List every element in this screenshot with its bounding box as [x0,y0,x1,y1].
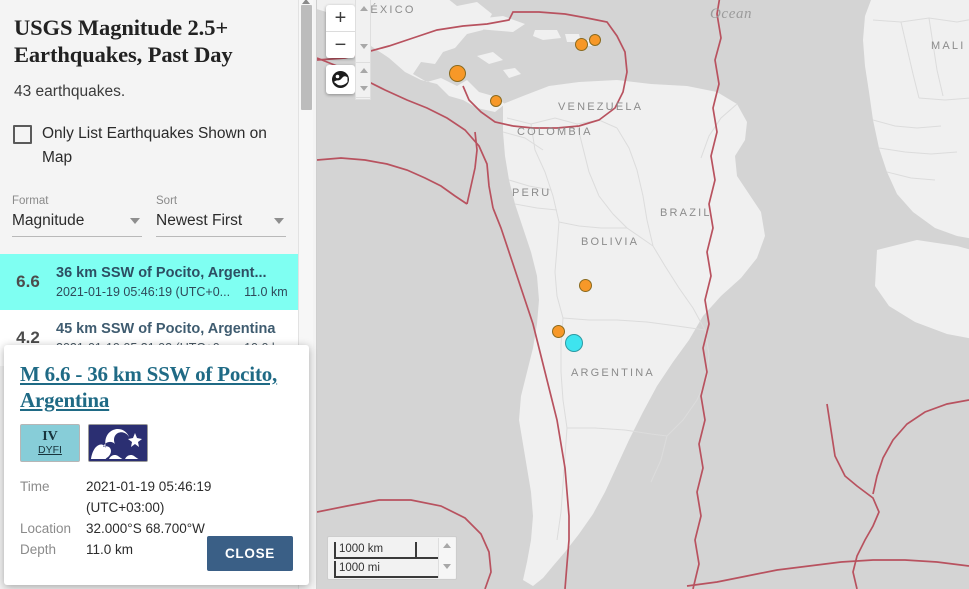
popup-detail-key: Depth [20,542,57,557]
sort-select-value: Newest First [156,212,243,229]
sort-select-group: Sort Newest First [156,194,286,237]
dyfi-label: DYFI [38,444,62,456]
popup-footer: CLOSE [206,536,293,571]
list-item[interactable]: 6.6 36 km SSW of Pocito, Argent... 2021-01… [0,254,300,310]
close-button[interactable]: CLOSE [206,536,293,571]
earthquake-marker[interactable] [490,95,502,107]
map-canvas[interactable]: MÉXICO VENEZUELA COLOMBIA PERU BOLIVIA BRAZIL… [317,0,969,589]
chevron-down-icon [274,218,284,224]
list-item-depth: 11.0 km [244,284,288,299]
popup-detail-key: Time [20,479,50,494]
popup-title-link[interactable]: M 6.6 - 36 km SSW of Pocito, Argentina [20,361,293,413]
format-label: Format [12,195,49,207]
only-list-shown-on-map-checkbox[interactable] [13,125,32,144]
earthquake-marker[interactable] [551,324,565,338]
page-title: USGS Magnitude 2.5+ Earthquakes, Past Da… [14,15,233,67]
list-item-place: 36 km SSW of Pocito, Argent... [56,264,267,281]
format-select-value: Magnitude [12,212,85,229]
scroll-up-arrow-icon[interactable] [360,6,368,11]
zoom-out-button[interactable]: − [326,32,355,58]
dyfi-intensity-badge[interactable]: IV DYFI [20,424,80,462]
earthquake-marker[interactable] [574,37,588,51]
sort-select[interactable]: Newest First [156,210,286,237]
tsunami-wave-icon [89,425,147,461]
zoom-in-button[interactable]: + [326,5,355,32]
earthquake-marker[interactable] [589,34,601,46]
only-list-shown-on-map-row[interactable]: Only List Earthquakes Shown on Map [0,102,300,170]
popup-detail-value: 32.000°S 68.700°W [86,521,205,536]
scroll-up-arrow-icon-2[interactable] [360,68,368,73]
sort-format-controls: Format Magnitude Sort Newest First [0,170,300,237]
basemap-switcher-button[interactable] [326,65,355,94]
scale-scroll-down-icon[interactable] [443,564,451,569]
chevron-down-icon [130,218,140,224]
usgs-earthquake-map-app: MÉXICO VENEZUELA COLOMBIA PERU BOLIVIA BRAZIL… [0,0,969,589]
list-item-body: 36 km SSW of Pocito, Argent... 2021-01-19… [56,264,290,301]
tsunami-warning-badge[interactable] [88,424,148,462]
format-select[interactable]: Magnitude [12,210,142,237]
globe-icon [332,71,349,88]
scale-km-label: 1000 km [334,541,450,559]
dyfi-intensity-value: IV [42,429,58,444]
only-list-shown-on-map-label: Only List Earthquakes Shown on Map [42,125,267,166]
earthquake-detail-popup: M 6.6 - 36 km SSW of Pocito, Argentina I… [4,345,309,585]
list-item-meta: 2021-01-19 05:46:19 (UTC+0... 11.0 km [56,283,290,301]
popup-detail-value: 11.0 km [86,542,134,557]
map-basemap [317,0,969,589]
popup-detail-key: Location [20,521,72,536]
map-overlay-scrollbar-secondary[interactable] [355,62,371,98]
popup-detail-value: 2021-01-19 05:46:19 (UTC+03:00) [86,479,212,515]
popup-badge-row: IV DYFI [20,424,293,462]
earthquake-count-text: 43 earthquakes. [14,83,126,100]
sidebar-scroll-up-icon[interactable] [302,0,310,4]
zoom-control-group: + − [326,5,355,58]
format-select-group: Format Magnitude [12,194,142,237]
sidebar-scrollbar-thumb[interactable] [301,5,312,110]
scroll-down-arrow-icon-2[interactable] [360,86,368,91]
list-item-time: 2021-01-19 05:46:19 (UTC+0... [56,284,231,299]
scale-bar-scrollbar[interactable] [438,538,455,578]
scale-scroll-up-icon[interactable] [443,543,451,548]
scale-mi-label: 1000 mi [334,560,450,578]
earthquake-marker[interactable] [578,278,592,292]
scroll-down-arrow-icon[interactable] [360,44,368,49]
list-item-place: 45 km SSW of Pocito, Argentina [56,320,276,337]
list-item-magnitude: 6.6 [16,272,40,291]
earthquake-marker[interactable] [448,64,466,82]
sort-label: Sort [156,195,178,207]
popup-detail-row: Time 2021-01-19 05:46:19 (UTC+03:00) [20,476,293,518]
map-scale-bar: 1000 km 1000 mi [327,536,457,580]
earthquake-marker-selected[interactable] [565,334,583,352]
